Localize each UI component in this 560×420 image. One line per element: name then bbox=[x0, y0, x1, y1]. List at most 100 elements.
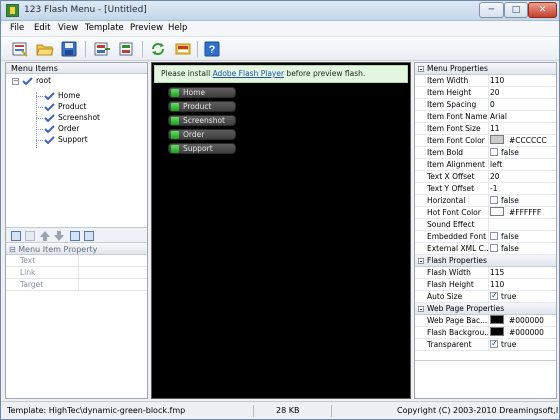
property-value[interactable]: 0 bbox=[490, 99, 556, 111]
preview-menu-item-product[interactable]: Product bbox=[168, 101, 236, 112]
menu-template[interactable]: Template bbox=[85, 23, 124, 33]
publish-icon[interactable] bbox=[174, 40, 192, 58]
property-row[interactable]: Item Font Name Arial bbox=[415, 111, 556, 123]
menu-edit[interactable]: Edit bbox=[34, 23, 50, 33]
property-value[interactable]: #000000 bbox=[490, 327, 556, 339]
collapse-icon[interactable] bbox=[418, 66, 424, 72]
property-row-text[interactable]: Text bbox=[6, 255, 147, 267]
property-value[interactable]: false bbox=[490, 243, 556, 255]
property-row[interactable]: Sound Effect bbox=[415, 219, 556, 231]
property-value[interactable]: 11 bbox=[490, 123, 556, 135]
property-value[interactable]: #CCCCCC bbox=[490, 135, 556, 147]
menu-items-tree[interactable]: − root Home Product Screenshot Order Sup… bbox=[6, 75, 147, 227]
property-value[interactable]: 20 bbox=[490, 171, 556, 183]
preview-menu-item-screenshot[interactable]: Screenshot bbox=[168, 115, 236, 126]
menu-help[interactable]: Help bbox=[168, 23, 187, 33]
property-row[interactable]: Web Page Bac... #000000 bbox=[415, 315, 556, 327]
property-row[interactable]: Hot Font Color #FFFFFF bbox=[415, 207, 556, 219]
property-value[interactable]: left bbox=[490, 159, 556, 171]
export-icon[interactable] bbox=[117, 40, 135, 58]
property-row[interactable]: Transparent true bbox=[415, 339, 556, 351]
property-row[interactable]: Embedded Font false bbox=[415, 231, 556, 243]
tree-item-root[interactable]: root bbox=[22, 76, 51, 86]
property-value[interactable]: #FFFFFF bbox=[490, 207, 556, 219]
property-section-header[interactable]: Web Page Properties bbox=[415, 303, 556, 315]
property-row[interactable]: Horizontal false bbox=[415, 195, 556, 207]
property-row[interactable]: Item Width 110 bbox=[415, 75, 556, 87]
color-swatch[interactable] bbox=[490, 327, 504, 336]
property-row[interactable]: Flash Height 110 bbox=[415, 279, 556, 291]
property-checkbox[interactable] bbox=[490, 148, 498, 156]
collapse-icon[interactable] bbox=[418, 258, 424, 264]
property-row[interactable]: Item Font Size 11 bbox=[415, 123, 556, 135]
color-swatch[interactable] bbox=[490, 207, 504, 216]
property-row[interactable]: Auto Size true bbox=[415, 291, 556, 303]
property-value[interactable]: 115 bbox=[490, 267, 556, 279]
preview-menu-item-order[interactable]: Order bbox=[168, 129, 236, 140]
close-button[interactable]: ✕ bbox=[528, 2, 557, 18]
tree-item-product[interactable]: Product bbox=[44, 102, 86, 112]
property-section-header[interactable]: Flash Properties bbox=[415, 255, 556, 267]
property-value[interactable]: false bbox=[490, 231, 556, 243]
menu-file[interactable]: File bbox=[10, 23, 24, 33]
tree-item-support[interactable]: Support bbox=[44, 135, 88, 145]
open-folder-icon[interactable] bbox=[36, 40, 54, 58]
refresh-preview-icon[interactable] bbox=[149, 40, 167, 58]
property-value[interactable]: #000000 bbox=[490, 315, 556, 327]
property-value[interactable]: 20 bbox=[490, 87, 556, 99]
item-toolbar bbox=[6, 227, 147, 243]
property-checkbox[interactable] bbox=[490, 339, 498, 350]
preview-menu-item-support[interactable]: Support bbox=[168, 143, 236, 154]
preview-menu-item-home[interactable]: Home bbox=[168, 87, 236, 98]
property-checkbox[interactable] bbox=[490, 291, 498, 302]
property-row[interactable]: Flash Backgrou... #000000 bbox=[415, 327, 556, 339]
import-icon[interactable] bbox=[93, 40, 111, 58]
property-row[interactable]: External XML C... false bbox=[415, 243, 556, 255]
menu-preview[interactable]: Preview bbox=[130, 23, 163, 33]
add-subitem-icon[interactable] bbox=[25, 231, 35, 241]
property-row[interactable]: Item Font Color #CCCCCC bbox=[415, 135, 556, 147]
save-disk-icon[interactable] bbox=[60, 40, 78, 58]
property-checkbox[interactable] bbox=[490, 196, 498, 204]
property-row-target[interactable]: Target bbox=[6, 279, 147, 291]
property-value[interactable]: true bbox=[490, 291, 556, 303]
maximize-button[interactable]: □ bbox=[504, 2, 528, 18]
property-row[interactable]: Flash Width 115 bbox=[415, 267, 556, 279]
property-row[interactable]: Text X Offset 20 bbox=[415, 171, 556, 183]
collapse-icon[interactable] bbox=[418, 306, 424, 312]
property-row[interactable]: Item Height 20 bbox=[415, 87, 556, 99]
minimize-button[interactable]: ─ bbox=[479, 2, 504, 18]
property-section-header[interactable]: Menu Properties bbox=[415, 63, 556, 75]
collapse-icon[interactable]: − bbox=[12, 78, 19, 85]
move-up-icon[interactable] bbox=[39, 230, 51, 242]
delete-item-icon[interactable] bbox=[70, 231, 80, 241]
property-value[interactable]: false bbox=[490, 147, 556, 159]
menu-view[interactable]: View bbox=[58, 23, 78, 33]
property-value[interactable]: Arial bbox=[490, 111, 556, 123]
title-bar[interactable]: 123 Flash Menu - [Untitled] ─ □ ✕ bbox=[1, 1, 559, 21]
help-icon[interactable]: ? bbox=[203, 40, 221, 58]
add-item-icon[interactable] bbox=[11, 231, 21, 241]
adobe-flash-link[interactable]: Adobe Flash Player bbox=[213, 69, 284, 78]
tree-item-screenshot[interactable]: Screenshot bbox=[44, 113, 100, 123]
property-row[interactable]: Item Alignment left bbox=[415, 159, 556, 171]
property-checkbox[interactable] bbox=[490, 232, 498, 240]
property-row[interactable]: Item Spacing 0 bbox=[415, 99, 556, 111]
property-checkbox[interactable] bbox=[490, 244, 498, 252]
property-value[interactable]: 110 bbox=[490, 279, 556, 291]
property-row-link[interactable]: Link bbox=[6, 267, 147, 279]
tree-item-order[interactable]: Order bbox=[44, 124, 79, 134]
move-down-icon[interactable] bbox=[53, 230, 65, 242]
property-value[interactable]: 110 bbox=[490, 75, 556, 87]
property-value[interactable]: true bbox=[490, 339, 556, 351]
color-swatch[interactable] bbox=[490, 315, 504, 324]
item-properties-icon[interactable] bbox=[84, 231, 94, 241]
property-value[interactable]: -1 bbox=[490, 183, 556, 195]
property-value[interactable]: false bbox=[490, 195, 556, 207]
property-row[interactable]: Item Bold false bbox=[415, 147, 556, 159]
tree-item-home[interactable]: Home bbox=[44, 91, 80, 101]
new-menu-icon[interactable] bbox=[11, 40, 29, 58]
status-template-path: Template: HighTec\dynamic-green-block.fm… bbox=[7, 406, 186, 415]
property-row[interactable]: Text Y Offset -1 bbox=[415, 183, 556, 195]
color-swatch[interactable] bbox=[490, 135, 504, 144]
